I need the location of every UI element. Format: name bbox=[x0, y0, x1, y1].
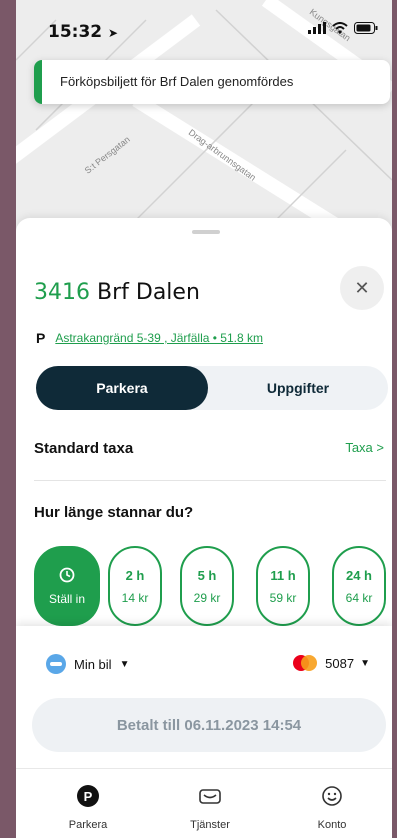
clock-refresh-icon bbox=[59, 567, 75, 583]
zone-title: 3416 Brf Dalen bbox=[34, 280, 200, 305]
duration-price: 59 kr bbox=[269, 590, 297, 605]
rate-row: Standard taxa Taxa > bbox=[34, 440, 384, 458]
checkout-panel: Min bil ▼ 5087 ▼ Betalt till 06.11.2023 … bbox=[16, 626, 392, 838]
phone-screen: S:t Persgatan Drag-arbrunnsgatan Kungsga… bbox=[16, 0, 392, 838]
vehicle-label: Min bil bbox=[74, 656, 112, 672]
tab-tjanster-nav[interactable]: Tjänster bbox=[160, 783, 260, 831]
smiley-icon bbox=[282, 783, 382, 809]
rate-label: Standard taxa bbox=[34, 440, 134, 457]
duration-question: Hur länge stannar du? bbox=[34, 504, 194, 521]
tab-label: Konto bbox=[317, 819, 347, 831]
car-icon bbox=[46, 654, 66, 674]
set-duration-label: Ställ in bbox=[48, 592, 86, 606]
tab-uppgifter[interactable]: Uppgifter bbox=[208, 366, 388, 410]
status-icons bbox=[308, 22, 378, 34]
zone-name: Brf Dalen bbox=[97, 280, 200, 305]
zone-number: 3416 bbox=[34, 280, 90, 305]
battery-icon bbox=[354, 22, 378, 34]
duration-option-2h[interactable]: 2 h 14 kr bbox=[108, 546, 162, 626]
duration-hours: 24 h bbox=[345, 567, 372, 583]
status-bar: 15:32 ➤ bbox=[16, 0, 392, 60]
parking-sheet: 3416 Brf Dalen ✕ P Astrakangränd 5-39 , … bbox=[16, 218, 392, 638]
tab-parkera[interactable]: Parkera bbox=[36, 366, 208, 410]
wifi-icon bbox=[332, 22, 348, 34]
rate-link[interactable]: Taxa > bbox=[345, 440, 384, 455]
divider bbox=[34, 480, 386, 481]
set-duration-button[interactable]: Ställ in bbox=[34, 546, 100, 626]
duration-price: 14 kr bbox=[121, 590, 149, 605]
signal-icon bbox=[308, 22, 326, 34]
chevron-down-icon: ▼ bbox=[360, 657, 370, 669]
duration-price: 29 kr bbox=[193, 590, 221, 605]
vehicle-selector[interactable]: Min bil ▼ bbox=[46, 654, 129, 674]
segmented-control: Parkera Uppgifter bbox=[36, 366, 388, 410]
payment-selector[interactable]: 5087 ▼ bbox=[291, 654, 370, 672]
address-link[interactable]: Astrakangränd 5-39 , Järfälla • 51.8 km bbox=[55, 331, 263, 345]
tab-parkera-nav[interactable]: P Parkera bbox=[38, 783, 138, 831]
card-last4: 5087 bbox=[325, 655, 355, 671]
services-icon bbox=[160, 783, 260, 809]
status-time-text: 15:32 bbox=[48, 22, 103, 42]
duration-hours: 11 h bbox=[270, 567, 296, 583]
duration-option-24h[interactable]: 24 h 64 kr bbox=[332, 546, 386, 626]
sheet-grabber[interactable] bbox=[192, 230, 220, 234]
duration-price: 64 kr bbox=[345, 590, 373, 605]
duration-hours: 2 h bbox=[125, 567, 145, 583]
duration-option-5h[interactable]: 5 h 29 kr bbox=[180, 546, 234, 626]
tab-bar: P Parkera Tjänster Konto bbox=[16, 768, 392, 838]
toast-message: Förköpsbiljett för Brf Dalen genomfördes bbox=[60, 74, 294, 89]
parking-icon: P bbox=[38, 783, 138, 809]
paid-until-button[interactable]: Betalt till 06.11.2023 14:54 bbox=[32, 698, 386, 752]
duration-hours: 5 h bbox=[197, 567, 217, 583]
location-arrow-icon: ➤ bbox=[108, 26, 119, 40]
duration-option-11h[interactable]: 11 h 59 kr bbox=[256, 546, 310, 626]
status-time: 15:32 ➤ bbox=[48, 22, 118, 42]
chevron-down-icon: ▼ bbox=[119, 658, 130, 670]
address-row: P Astrakangränd 5-39 , Järfälla • 51.8 k… bbox=[36, 330, 263, 346]
parking-p-icon: P bbox=[36, 330, 46, 346]
tab-konto-nav[interactable]: Konto bbox=[282, 783, 382, 831]
close-icon: ✕ bbox=[354, 277, 370, 298]
success-toast[interactable]: Förköpsbiljett för Brf Dalen genomfördes bbox=[34, 60, 390, 104]
mastercard-icon bbox=[293, 655, 318, 671]
toast-accent bbox=[34, 60, 42, 104]
tab-label: Parkera bbox=[68, 819, 108, 831]
close-button[interactable]: ✕ bbox=[340, 266, 384, 310]
tab-label: Tjänster bbox=[190, 819, 230, 831]
